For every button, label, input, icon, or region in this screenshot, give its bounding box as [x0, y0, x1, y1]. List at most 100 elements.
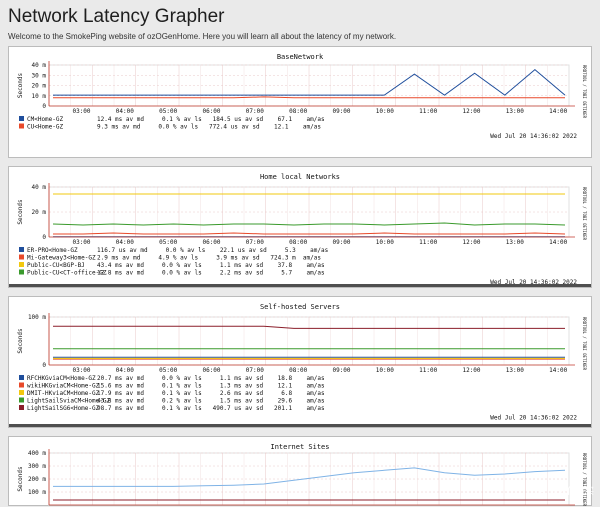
x-tick-label: 04:00: [116, 108, 134, 115]
y-tick-label: 10 m: [32, 93, 47, 100]
rrdtool-credit: RRDTOOL / TOBI OETIKER: [582, 187, 587, 241]
x-tick-label: 13:00: [506, 239, 524, 246]
y-tick-label: 200 m: [28, 476, 46, 483]
x-tick-label: 13:00: [506, 367, 524, 374]
legend-series-stats: 116.7 us av md 0.0 % av ls 22.1 us av sd…: [97, 247, 329, 254]
legend-series-stats: 98.7 ms av md 0.1 % av ls 490.7 us av sd…: [97, 405, 325, 412]
x-tick-label: 03:00: [72, 108, 90, 115]
legend-series-stats: 17.9 ms av md 0.1 % av ls 2.6 ms av sd 6…: [97, 390, 325, 397]
legend-swatch: [19, 262, 24, 267]
graph-panel-basenetwork[interactable]: BaseNetwork 40 m 30 m 20 m 10 m 0 Seconds RRDTO…: [8, 46, 592, 158]
chart-timestamp: Wed Jul 20 14:36:02 2022: [490, 415, 577, 422]
x-tick-label: 11:00: [419, 239, 437, 246]
x-tick-label: 09:00: [332, 108, 350, 115]
legend-series-name: wikiHKGviaCM<Home-GZ: [27, 383, 100, 390]
x-tick-label: 10:00: [376, 239, 394, 246]
x-tick-label: 07:00: [246, 108, 264, 115]
legend-swatch: [19, 254, 24, 260]
legend-series-stats: 15.6 ms av md 0.1 % av ls 1.3 ms av sd 1…: [97, 383, 325, 390]
x-tick-label: 14:00: [549, 239, 567, 246]
legend-series-name: Public-CU<CT-office-GZ: [27, 270, 107, 277]
legend-series-name: Public-CU<BGP-BJ: [27, 262, 85, 269]
legend-series-stats: 20.7 ms av md 0.0 % av ls 1.1 ms av sd 1…: [97, 375, 325, 382]
legend-series-name: RFCHKGviaCM<Home-GZ: [27, 375, 96, 382]
y-axis-label: Seconds: [17, 199, 24, 225]
chart-internet-sites: Internet Sites 400 m 300 m 200 m 100 m Second…: [17, 443, 587, 507]
legend-swatch: [19, 375, 24, 380]
legend-series-name: ER-PRO<Home-GZ: [27, 247, 78, 254]
legend-series-name: LightSailSG6<Home-GZ: [27, 405, 100, 412]
x-tick-label: 06:00: [202, 239, 220, 246]
legend-series-name: Mi-Gateway3<Home-GZ: [27, 255, 96, 262]
x-tick-label: 14:00: [549, 367, 567, 374]
graph-panel-internet-sites[interactable]: Internet Sites 400 m 300 m 200 m 100 m Second…: [8, 436, 592, 507]
legend-swatch: [19, 247, 24, 252]
graph-panel-self-hosted-servers[interactable]: Self-hosted Servers 100 m 0 Seconds RRDTOOL …: [8, 296, 592, 428]
y-tick-label: 100 m: [28, 314, 46, 321]
y-axis-label: Seconds: [17, 328, 24, 354]
x-tick-label: 11:00: [419, 108, 437, 115]
chart-title: Home local Networks: [260, 173, 340, 181]
x-tick-label: 11:00: [419, 367, 437, 374]
x-tick-label: 07:00: [246, 239, 264, 246]
page-subtitle: Welcome to the SmokePing website of ozOG…: [8, 32, 397, 41]
chart-title: Internet Sites: [270, 443, 329, 451]
x-tick-label: 03:00: [72, 367, 90, 374]
y-tick-label: 20 m: [32, 83, 47, 90]
rrdtool-credit: RRDTOOL / TOBI OETIKER: [582, 317, 587, 371]
panel-divider: [9, 424, 591, 427]
legend-swatch: [19, 397, 24, 403]
legend-series-name: CM<Home-GZ: [27, 116, 64, 123]
y-tick-label: 20 m: [32, 209, 47, 216]
legend-swatch: [19, 382, 24, 388]
x-tick-label: 07:00: [246, 367, 264, 374]
x-tick-label: 06:00: [202, 108, 220, 115]
y-tick-label: 100 m: [28, 489, 46, 496]
y-tick-label: 40 m: [32, 184, 47, 191]
x-tick-label: 12:00: [462, 108, 480, 115]
x-tick-label: 09:00: [332, 367, 350, 374]
x-tick-label: 12:00: [462, 239, 480, 246]
x-tick-label: 08:00: [289, 367, 307, 374]
x-tick-label: 05:00: [159, 108, 177, 115]
chart-title: Self-hosted Servers: [260, 303, 340, 311]
legend-series-name: DMIT-HKviaCM<Home-GZ: [27, 390, 100, 397]
x-tick-label: 05:00: [159, 367, 177, 374]
chart-title: BaseNetwork: [277, 53, 324, 61]
legend-series-stats: 12.4 ms av md 0.1 % av ls 184.5 us av sd…: [97, 116, 325, 123]
x-tick-label: 10:00: [376, 108, 394, 115]
x-tick-label: 04:00: [116, 367, 134, 374]
legend-series-stats: 43.8 ms av md 0.2 % av ls 1.5 ms av sd 2…: [97, 398, 325, 405]
y-tick-label: 300 m: [28, 463, 46, 470]
x-tick-label: 09:00: [332, 239, 350, 246]
legend-series-name: CU<Home-GZ: [27, 124, 64, 131]
smokeping-page: Network Latency Grapher Welcome to the S…: [0, 0, 600, 507]
x-tick-label: 10:00: [376, 367, 394, 374]
watermark-logo: 值 什么值得买: [537, 487, 594, 497]
x-tick-label: 08:00: [289, 239, 307, 246]
y-axis-label: Seconds: [17, 466, 24, 492]
x-tick-label: 04:00: [116, 239, 134, 246]
y-tick-label: 400 m: [28, 450, 46, 457]
page-title: Network Latency Grapher: [8, 6, 225, 27]
chart-timestamp: Wed Jul 20 14:36:02 2022: [490, 133, 577, 140]
legend-swatch: [19, 116, 24, 121]
x-tick-label: 05:00: [159, 239, 177, 246]
y-tick-label: 0: [42, 103, 46, 110]
chart-basenetwork: BaseNetwork 40 m 30 m 20 m 10 m 0 Seconds RRDTO…: [17, 53, 587, 140]
x-tick-label: 06:00: [202, 367, 220, 374]
y-tick-label: 0: [42, 362, 46, 369]
y-axis-label: Seconds: [17, 72, 24, 98]
legend-series-stats: 2.9 ms av md 4.9 % av ls 3.9 ms av sd 72…: [97, 255, 321, 262]
legend-swatch: [19, 269, 24, 275]
y-tick-label: 40 m: [32, 62, 47, 69]
chart-self-hosted-servers: Self-hosted Servers 100 m 0 Seconds RRDTOOL …: [17, 303, 587, 422]
rrdtool-credit: RRDTOOL / TOBI OETIKER: [582, 65, 587, 119]
x-tick-label: 03:00: [72, 239, 90, 246]
legend-series-stats: 9.3 ms av md 0.0 % av ls 772.4 us av sd …: [97, 124, 321, 131]
legend-series-stats: 12.8 ms av md 0.0 % av ls 2.2 ms av sd 5…: [97, 270, 325, 277]
x-tick-label: 13:00: [506, 108, 524, 115]
graph-panel-home-local-networks[interactable]: Home local Networks 40 m 20 m 0 Seconds RRDTO…: [8, 166, 592, 288]
legend-swatch: [19, 405, 24, 410]
legend-swatch: [19, 390, 24, 395]
